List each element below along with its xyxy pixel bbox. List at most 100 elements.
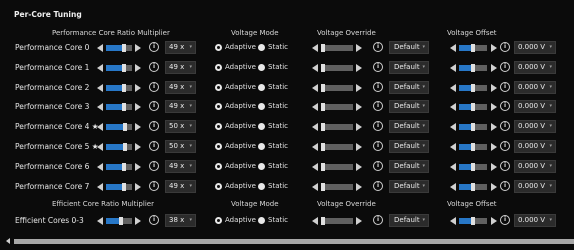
override-decrease-arrow-icon[interactable]	[312, 123, 318, 131]
override-decrease-arrow-icon[interactable]	[312, 163, 318, 171]
ratio-info-icon[interactable]: i	[149, 82, 159, 92]
offset-slider[interactable]	[459, 44, 487, 52]
override-dropdown[interactable]: Default ▾	[389, 41, 429, 54]
override-info-icon[interactable]: i	[373, 181, 383, 191]
offset-value-select[interactable]: 0.000 V ▾	[514, 214, 556, 227]
ratio-decrease-arrow-icon[interactable]	[97, 64, 103, 72]
override-slider[interactable]	[321, 163, 353, 171]
offset-increase-arrow-icon[interactable]	[491, 64, 497, 72]
override-increase-arrow-icon[interactable]	[356, 183, 362, 191]
static-radio[interactable]	[258, 183, 265, 190]
override-info-icon[interactable]: i	[373, 82, 383, 92]
ratio-increase-arrow-icon[interactable]	[135, 103, 141, 111]
offset-slider-knob[interactable]	[471, 217, 475, 225]
override-slider[interactable]	[321, 103, 353, 111]
override-dropdown[interactable]: Default ▾	[389, 120, 429, 133]
ratio-slider[interactable]	[106, 123, 132, 131]
ratio-slider[interactable]	[106, 217, 132, 225]
offset-slider[interactable]	[459, 103, 487, 111]
override-decrease-arrow-icon[interactable]	[312, 217, 318, 225]
override-dropdown[interactable]: Default ▾	[389, 180, 429, 193]
ratio-decrease-arrow-icon[interactable]	[97, 44, 103, 52]
override-decrease-arrow-icon[interactable]	[312, 183, 318, 191]
ratio-decrease-arrow-icon[interactable]	[97, 217, 103, 225]
override-slider[interactable]	[321, 123, 353, 131]
override-slider-knob[interactable]	[321, 183, 325, 191]
offset-info-icon[interactable]: i	[500, 141, 510, 151]
offset-increase-arrow-icon[interactable]	[491, 183, 497, 191]
ratio-slider[interactable]	[106, 84, 132, 92]
adaptive-radio[interactable]	[215, 44, 222, 51]
override-info-icon[interactable]: i	[373, 161, 383, 171]
offset-value-select[interactable]: 0.000 V ▾	[514, 81, 556, 94]
ratio-slider[interactable]	[106, 44, 132, 52]
ratio-value-select[interactable]: 49 x ▾	[165, 41, 196, 54]
override-info-icon[interactable]: i	[373, 101, 383, 111]
override-increase-arrow-icon[interactable]	[356, 64, 362, 72]
ratio-slider[interactable]	[106, 143, 132, 151]
ratio-slider[interactable]	[106, 163, 132, 171]
adaptive-radio[interactable]	[215, 103, 222, 110]
ratio-info-icon[interactable]: i	[149, 101, 159, 111]
ratio-slider-knob[interactable]	[123, 123, 127, 131]
ratio-slider-knob[interactable]	[122, 44, 126, 52]
offset-increase-arrow-icon[interactable]	[491, 217, 497, 225]
override-increase-arrow-icon[interactable]	[356, 163, 362, 171]
offset-info-icon[interactable]: i	[500, 215, 510, 225]
ratio-info-icon[interactable]: i	[149, 42, 159, 52]
ratio-value-select[interactable]: 50 x ▾	[165, 140, 196, 153]
offset-increase-arrow-icon[interactable]	[491, 84, 497, 92]
offset-slider-knob[interactable]	[471, 84, 475, 92]
ratio-slider-knob[interactable]	[123, 143, 127, 151]
ratio-slider-knob[interactable]	[122, 84, 126, 92]
ratio-decrease-arrow-icon[interactable]	[97, 183, 103, 191]
override-dropdown[interactable]: Default ▾	[389, 140, 429, 153]
ratio-slider-knob[interactable]	[122, 163, 126, 171]
offset-value-select[interactable]: 0.000 V ▾	[514, 41, 556, 54]
ratio-increase-arrow-icon[interactable]	[135, 123, 141, 131]
override-dropdown[interactable]: Default ▾	[389, 160, 429, 173]
offset-info-icon[interactable]: i	[500, 62, 510, 72]
ratio-info-icon[interactable]: i	[149, 141, 159, 151]
override-slider[interactable]	[321, 183, 353, 191]
ratio-info-icon[interactable]: i	[149, 62, 159, 72]
offset-decrease-arrow-icon[interactable]	[450, 143, 456, 151]
override-slider-knob[interactable]	[321, 163, 325, 171]
ratio-slider-knob[interactable]	[122, 103, 126, 111]
static-radio[interactable]	[258, 217, 265, 224]
offset-slider[interactable]	[459, 64, 487, 72]
offset-increase-arrow-icon[interactable]	[491, 103, 497, 111]
ratio-info-icon[interactable]: i	[149, 181, 159, 191]
override-slider-knob[interactable]	[321, 123, 325, 131]
ratio-value-select[interactable]: 49 x ▾	[165, 81, 196, 94]
offset-value-select[interactable]: 0.000 V ▾	[514, 140, 556, 153]
offset-slider[interactable]	[459, 143, 487, 151]
override-slider-knob[interactable]	[321, 84, 325, 92]
ratio-decrease-arrow-icon[interactable]	[97, 163, 103, 171]
offset-slider-knob[interactable]	[471, 44, 475, 52]
override-increase-arrow-icon[interactable]	[356, 143, 362, 151]
ratio-slider-knob[interactable]	[122, 183, 126, 191]
override-decrease-arrow-icon[interactable]	[312, 84, 318, 92]
static-radio[interactable]	[258, 143, 265, 150]
override-dropdown[interactable]: Default ▾	[389, 81, 429, 94]
static-radio[interactable]	[258, 84, 265, 91]
adaptive-radio[interactable]	[215, 163, 222, 170]
override-decrease-arrow-icon[interactable]	[312, 64, 318, 72]
offset-info-icon[interactable]: i	[500, 181, 510, 191]
offset-decrease-arrow-icon[interactable]	[450, 44, 456, 52]
override-decrease-arrow-icon[interactable]	[312, 103, 318, 111]
offset-increase-arrow-icon[interactable]	[491, 143, 497, 151]
adaptive-radio[interactable]	[215, 123, 222, 130]
ratio-slider-knob[interactable]	[119, 217, 123, 225]
override-info-icon[interactable]: i	[373, 62, 383, 72]
offset-slider-knob[interactable]	[471, 183, 475, 191]
ratio-decrease-arrow-icon[interactable]	[97, 123, 103, 131]
ratio-info-icon[interactable]: i	[149, 215, 159, 225]
offset-increase-arrow-icon[interactable]	[491, 44, 497, 52]
override-slider-knob[interactable]	[321, 217, 325, 225]
ratio-slider[interactable]	[106, 103, 132, 111]
scroll-left-arrow-icon[interactable]	[6, 238, 10, 244]
ratio-increase-arrow-icon[interactable]	[135, 44, 141, 52]
override-increase-arrow-icon[interactable]	[356, 44, 362, 52]
